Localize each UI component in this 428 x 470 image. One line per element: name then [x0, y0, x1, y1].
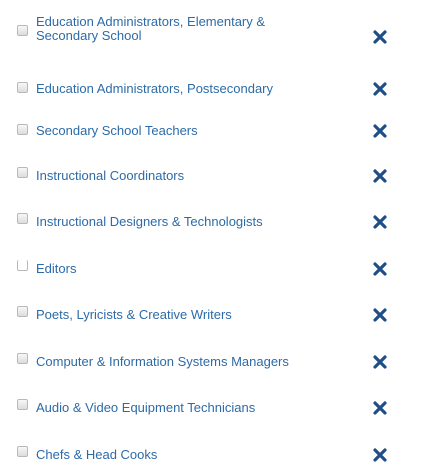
item-checkbox[interactable]	[17, 260, 28, 271]
item-label[interactable]: Editors	[36, 262, 366, 276]
item-label[interactable]: Instructional Coordinators	[36, 169, 366, 183]
close-x-icon[interactable]	[373, 82, 387, 96]
close-x-icon[interactable]	[373, 355, 387, 369]
item-checkbox[interactable]	[17, 82, 28, 93]
item-label[interactable]: Secondary School Teachers	[36, 124, 366, 138]
item-checkbox[interactable]	[17, 399, 28, 410]
close-x-icon[interactable]	[373, 401, 387, 415]
list-item: Editors	[0, 253, 428, 283]
list-item: Education Administrators, Postsecondary	[0, 73, 428, 103]
item-checkbox[interactable]	[17, 25, 28, 36]
item-label[interactable]: Poets, Lyricists & Creative Writers	[36, 308, 366, 322]
close-x-icon[interactable]	[373, 215, 387, 229]
close-x-icon[interactable]	[373, 30, 387, 44]
item-checkbox[interactable]	[17, 353, 28, 364]
item-label[interactable]: Chefs & Head Cooks	[36, 448, 366, 462]
close-x-icon[interactable]	[373, 262, 387, 276]
item-label[interactable]: Education Administrators, Elementary & S…	[36, 15, 276, 43]
list-item: Secondary School Teachers	[0, 116, 428, 146]
item-label[interactable]: Audio & Video Equipment Technicians	[36, 401, 366, 415]
item-label[interactable]: Instructional Designers & Technologists	[36, 215, 366, 229]
item-checkbox[interactable]	[17, 124, 28, 135]
close-x-icon[interactable]	[373, 169, 387, 183]
close-x-icon[interactable]	[373, 308, 387, 322]
list-item: Instructional Designers & Technologists	[0, 206, 428, 236]
list-item: Audio & Video Equipment Technicians	[0, 391, 428, 421]
list-item: Instructional Coordinators	[0, 161, 428, 191]
item-checkbox[interactable]	[17, 213, 28, 224]
item-checkbox[interactable]	[17, 446, 28, 457]
close-x-icon[interactable]	[373, 448, 387, 462]
close-x-icon[interactable]	[373, 124, 387, 138]
list-item: Poets, Lyricists & Creative Writers	[0, 299, 428, 329]
list-item: Chefs & Head Cooks	[0, 438, 428, 468]
occupation-list: Education Administrators, Elementary & S…	[0, 0, 428, 470]
item-checkbox[interactable]	[17, 167, 28, 178]
list-item: Education Administrators, Elementary & S…	[0, 12, 428, 54]
item-label[interactable]: Education Administrators, Postsecondary	[36, 82, 366, 96]
item-checkbox[interactable]	[17, 306, 28, 317]
item-label[interactable]: Computer & Information Systems Managers	[36, 355, 366, 369]
list-item: Computer & Information Systems Managers	[0, 345, 428, 375]
